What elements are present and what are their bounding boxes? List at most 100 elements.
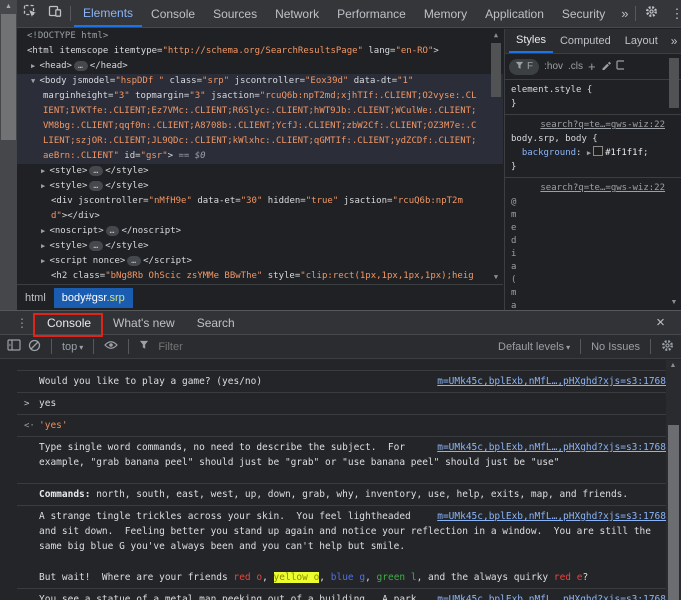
customize-devtools-button[interactable]: ⋮: [664, 1, 681, 27]
style-source-link-row: search?q=te…=gws-wiz:22: [505, 118, 681, 132]
live-expression-eye-icon[interactable]: [104, 340, 119, 353]
dom-node-script[interactable]: ▶ <script nonce>… </script>: [17, 254, 503, 269]
dom-node-noscript[interactable]: ▶ <noscript>… </noscript>: [17, 224, 503, 239]
chevron-down-icon: ▾: [566, 342, 571, 352]
console-filter-input[interactable]: [156, 339, 492, 354]
input-chevron-icon: >: [24, 399, 30, 409]
javascript-context-selector[interactable]: top ▾: [62, 341, 83, 353]
inspect-element-button[interactable]: [17, 1, 42, 27]
devtools-main-toolbar: Elements Console Sources Network Perform…: [17, 0, 681, 28]
source-link[interactable]: m=UMk45c,bplExb,nMfL…,pHXghd?xjs=s3:1768: [437, 592, 666, 600]
close-icon: ×: [656, 314, 665, 331]
console-messages: m=UMk45c,bplExb,nMfL…,pHXghd?xjs=s3:1768…: [17, 360, 666, 600]
settings-button[interactable]: [639, 1, 664, 27]
breadcrumb-body-selected[interactable]: body#gsr.srp: [53, 287, 133, 308]
console-drawer: ⋮ Console What's new Search × top▾ Defau…: [0, 310, 681, 600]
tab-console[interactable]: Console: [142, 1, 204, 27]
console-log-message: But wait! Where are your friends red o, …: [17, 567, 666, 588]
element-classes-button[interactable]: .cls: [568, 61, 583, 72]
console-log-message: m=UMk45c,bplExb,nMfL…,pHXghd?xjs=s3:1768…: [17, 436, 666, 483]
elements-scrollbar[interactable]: ▲ ▼: [489, 29, 503, 283]
computed-panel-icon[interactable]: [616, 60, 624, 73]
source-link[interactable]: m=UMk45c,bplExb,nMfL…,pHXghd?xjs=s3:1768: [437, 440, 666, 455]
tab-elements[interactable]: Elements: [74, 1, 143, 27]
dom-node-body-selected[interactable]: ⋯▼ <body jsmodel="hspDDf " class="srp" j…: [17, 74, 503, 89]
dom-node-body-attrs[interactable]: LIENT;szjOR:.CLIENT;JL9QDc:.CLIENT;kWlxh…: [17, 134, 503, 149]
scroll-up-icon[interactable]: ▲: [666, 362, 680, 369]
drawer-tab-search[interactable]: Search: [186, 316, 246, 330]
console-settings-button[interactable]: [661, 339, 674, 355]
new-style-rule-button[interactable]: +: [588, 59, 596, 74]
tab-styles[interactable]: Styles: [509, 30, 553, 53]
toolbar-divider: [580, 339, 582, 354]
source-link[interactable]: m=UMk45c,bplExb,nMfL…,pHXghd?xjs=s3:1768: [437, 509, 666, 524]
css-declaration-background[interactable]: background: ▶ #1f1f1f;: [505, 146, 681, 160]
source-link[interactable]: m=UMk45c,bplExb,nMfL…,pHXghd?xjs=s3:1768: [437, 374, 666, 389]
scroll-up-button[interactable]: ▲: [0, 0, 17, 14]
scrollbar-thumb[interactable]: [491, 43, 501, 97]
message-text: Would you like to play a game? (yes/no): [39, 376, 263, 387]
tab-computed[interactable]: Computed: [553, 30, 618, 53]
dom-node-body-attrs[interactable]: aeBrn:.CLIENT" id="gsr"> == $0: [17, 149, 503, 164]
scroll-down-icon[interactable]: ▼: [667, 299, 681, 306]
tab-sources[interactable]: Sources: [204, 1, 266, 27]
style-source-link[interactable]: search?q=te…=gws-wiz:22: [540, 120, 665, 130]
css-rule-close: }: [511, 162, 517, 172]
drawer-tab-whats-new[interactable]: What's new: [102, 316, 186, 330]
dom-node-style[interactable]: ▶ <style>… </style>: [17, 239, 503, 254]
tab-application[interactable]: Application: [476, 1, 553, 27]
breadcrumb-class: .srp: [106, 291, 125, 304]
console-toolbar: top▾ Default levels▾ No Issues: [0, 335, 681, 359]
issues-counter[interactable]: No Issues: [591, 341, 640, 353]
default-levels-dropdown[interactable]: Default levels ▾: [498, 341, 570, 353]
dom-node-html[interactable]: <html itemscope itemtype="http://schema.…: [17, 44, 503, 59]
scrollbar-thumb[interactable]: [1, 14, 16, 140]
tab-layout[interactable]: Layout: [618, 30, 665, 53]
console-log-message: m=UMk45c,bplExb,nMfL…,pHXghd?xjs=s3:1768…: [17, 505, 666, 567]
dom-node-doctype[interactable]: <!DOCTYPE html>: [17, 29, 503, 44]
drawer-tab-bar: ⋮ Console What's new Search ×: [0, 310, 681, 337]
toolbar-divider: [650, 339, 651, 354]
styles-sidebar: Styles Computed Layout » F :hov .cls + e…: [504, 29, 681, 324]
styles-scrollbar[interactable]: ▼: [667, 53, 681, 310]
dom-node-h2[interactable]: <h2 class="bNg8Rb OhScic zsYMMe BBwThe" …: [17, 269, 503, 283]
tab-security[interactable]: Security: [553, 1, 614, 27]
dom-node-body-attrs[interactable]: IENT;IVKTfe:.CLIENT;Ez7VMc:.CLIENT;R6Sly…: [17, 104, 503, 119]
scrollbar-thumb[interactable]: [669, 58, 679, 108]
styles-filter-input[interactable]: F: [509, 58, 540, 75]
dom-node-body-attrs[interactable]: VM8bg:.CLIENT;qqf0n:.CLIENT;A8708b:.CLIE…: [17, 119, 503, 134]
tab-network[interactable]: Network: [266, 1, 328, 27]
dom-node-div-wrap[interactable]: d"></div>: [17, 209, 503, 224]
console-scrollbar[interactable]: ▲: [666, 360, 681, 600]
drawer-tab-console[interactable]: Console: [36, 316, 102, 330]
close-drawer-button[interactable]: ×: [648, 310, 673, 336]
more-tabs-button[interactable]: »: [614, 6, 635, 21]
more-sidebar-tabs-button[interactable]: »: [665, 34, 681, 48]
toggle-device-toolbar-button[interactable]: [42, 1, 67, 27]
toggle-element-state-button[interactable]: :hov: [544, 61, 563, 72]
dom-node-style[interactable]: ▶ <style>… </style>: [17, 164, 503, 179]
dom-node-head[interactable]: ▶ <head>… </head>: [17, 59, 503, 74]
filter-funnel-icon: [515, 61, 524, 73]
media-query-text: @media(max: [511, 197, 517, 324]
style-source-link[interactable]: search?q=te…=gws-wiz:22: [540, 183, 665, 193]
clear-console-button[interactable]: [28, 339, 41, 355]
scroll-up-icon[interactable]: ▲: [489, 31, 503, 39]
element-style-rule[interactable]: element.style {: [505, 83, 681, 97]
dom-node-div[interactable]: <div jscontroller="nMfH9e" data-et="30" …: [17, 194, 503, 209]
dom-node-style[interactable]: ▶ <style>… </style>: [17, 179, 503, 194]
breadcrumb-html[interactable]: html: [17, 288, 54, 308]
scroll-down-icon[interactable]: ▼: [489, 273, 503, 281]
scrollbar-thumb[interactable]: [668, 425, 679, 600]
toolbar-divider: [70, 6, 71, 21]
tab-performance[interactable]: Performance: [328, 1, 415, 27]
css-selector[interactable]: body.srp, body {: [505, 132, 681, 146]
console-log-message: m=UMk45c,bplExb,nMfL…,pHXghd?xjs=s3:1768…: [17, 370, 666, 392]
dom-node-body-attrs[interactable]: marginheight="3" topmargin="3" jsaction=…: [17, 89, 503, 104]
filter-abbrev-label: F: [527, 61, 534, 72]
brush-icon[interactable]: [601, 60, 611, 73]
styles-toolbar: F :hov .cls +: [505, 54, 681, 80]
tab-memory[interactable]: Memory: [415, 1, 476, 27]
drawer-menu-icon[interactable]: ⋮: [14, 316, 30, 330]
console-sidebar-icon[interactable]: [7, 339, 21, 354]
